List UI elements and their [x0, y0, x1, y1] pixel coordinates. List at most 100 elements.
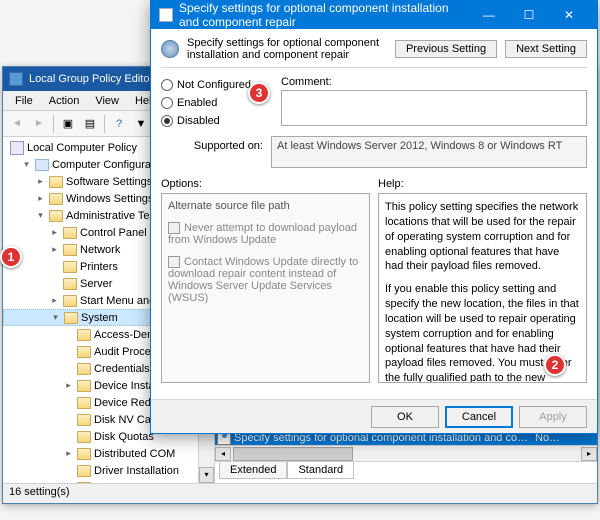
tab-standard[interactable]: Standard: [287, 462, 354, 479]
config-icon: [35, 159, 49, 171]
tree-item[interactable]: Early Launch Antima: [3, 479, 214, 483]
dialog-icon: [159, 8, 173, 22]
dialog-footer: OK Cancel Apply: [151, 399, 597, 433]
apply-button[interactable]: Apply: [519, 406, 587, 428]
folder-icon: [63, 261, 77, 273]
scroll-left-icon[interactable]: ◂: [215, 447, 231, 461]
folder-icon: [63, 295, 77, 307]
help-column: Help: This policy setting specifies the …: [378, 178, 587, 383]
dialog-titlebar[interactable]: Specify settings for optional component …: [151, 1, 597, 29]
scroll-down-icon[interactable]: ▾: [199, 467, 214, 483]
previous-setting-button[interactable]: Previous Setting: [395, 40, 497, 58]
comment-label: Comment:: [281, 76, 587, 88]
folder-icon: [77, 465, 91, 477]
filter-icon[interactable]: ▼: [131, 114, 151, 134]
callout-badge-3: 3: [248, 82, 270, 104]
tree-label: Disk Quotas: [94, 431, 154, 443]
tree-label: Network: [80, 244, 120, 256]
folder-icon: [77, 448, 91, 460]
folder-icon: [77, 482, 91, 484]
status-text: 16 setting(s): [9, 486, 70, 498]
scroll-thumb[interactable]: [233, 447, 353, 461]
options-column: Options: Alternate source file path Neve…: [161, 178, 370, 383]
comment-column: Comment:: [281, 76, 587, 130]
supported-label: Supported on:: [161, 136, 263, 152]
option-never-download: Never attempt to download payload from W…: [168, 222, 363, 246]
tree-label: Driver Installation: [94, 465, 179, 477]
tree-label: Server: [80, 278, 112, 290]
config-row: Not Configured Enabled Disabled Comment:: [161, 76, 587, 130]
twisty-icon[interactable]: ▸: [63, 380, 74, 391]
checkbox-label: Contact Windows Update directly to downl…: [168, 256, 358, 304]
option-alt-path: Alternate source file path: [168, 200, 363, 212]
tree-item[interactable]: Driver Installation: [3, 462, 214, 479]
callout-badge-2: 2: [544, 354, 566, 376]
up-icon[interactable]: ▣: [58, 114, 78, 134]
dialog-heading: Specify settings for optional component …: [187, 37, 387, 61]
cancel-button[interactable]: Cancel: [445, 406, 513, 428]
menu-action[interactable]: Action: [41, 93, 88, 109]
options-help-row: Options: Alternate source file path Neve…: [161, 178, 587, 383]
dialog-title: Specify settings for optional component …: [179, 1, 469, 29]
tree-label: Local Computer Policy: [27, 142, 137, 154]
close-button[interactable]: ✕: [549, 1, 589, 29]
list-tabs: Extended Standard: [215, 461, 597, 483]
dialog-body: Specify settings for optional component …: [151, 29, 597, 391]
twisty-icon[interactable]: ▸: [49, 244, 60, 255]
tab-extended[interactable]: Extended: [219, 462, 287, 479]
properties-icon[interactable]: ▤: [80, 114, 100, 134]
twisty-icon[interactable]: ▸: [49, 295, 60, 306]
twisty-icon[interactable]: ▸: [49, 227, 60, 238]
checkbox-icon: [168, 256, 180, 268]
folder-icon: [77, 431, 91, 443]
options-label: Options:: [161, 178, 370, 190]
folder-icon: [77, 363, 91, 375]
twisty-icon[interactable]: ▾: [35, 210, 46, 221]
ok-button[interactable]: OK: [371, 406, 439, 428]
folder-icon: [49, 176, 63, 188]
checkbox-icon: [168, 222, 180, 234]
supported-row: Supported on: At least Windows Server 20…: [161, 136, 587, 168]
twisty-icon[interactable]: ▸: [35, 193, 46, 204]
menu-view[interactable]: View: [87, 93, 127, 109]
scroll-right-icon[interactable]: ▸: [581, 447, 597, 461]
options-box: Alternate source file path Never attempt…: [161, 193, 370, 383]
radio-disabled[interactable]: Disabled: [161, 112, 271, 130]
option-contact-wsus: Contact Windows Update directly to downl…: [168, 256, 363, 304]
help-icon[interactable]: ?: [109, 114, 129, 134]
back-icon[interactable]: ◄: [7, 114, 27, 134]
supported-text: At least Windows Server 2012, Windows 8 …: [271, 136, 587, 168]
tree-label: Windows Settings: [66, 193, 153, 205]
list-h-scrollbar[interactable]: ◂▸: [215, 445, 597, 461]
menu-file[interactable]: File: [7, 93, 41, 109]
minimize-button[interactable]: —: [469, 1, 509, 29]
tree-label: Control Panel: [80, 227, 147, 239]
radio-icon: [161, 115, 173, 127]
twisty-icon[interactable]: ▸: [35, 176, 46, 187]
policy-root-icon: [10, 141, 24, 155]
tree-label: Printers: [80, 261, 118, 273]
twisty-icon[interactable]: ▸: [63, 448, 74, 459]
folder-icon: [77, 346, 91, 358]
comment-input[interactable]: [281, 90, 587, 126]
folder-icon: [63, 278, 77, 290]
tree-item[interactable]: ▸Distributed COM: [3, 445, 214, 462]
gpe-app-icon: [9, 72, 23, 86]
checkbox-label: Never attempt to download payload from W…: [168, 222, 357, 246]
gpe-statusbar: 16 setting(s): [3, 483, 597, 503]
help-label: Help:: [378, 178, 587, 190]
dialog-header-row: Specify settings for optional component …: [161, 37, 587, 61]
folder-icon: [77, 414, 91, 426]
forward-icon[interactable]: ►: [29, 114, 49, 134]
maximize-button[interactable]: ☐: [509, 1, 549, 29]
radio-icon: [161, 79, 173, 91]
policy-dialog: Specify settings for optional component …: [150, 0, 598, 434]
next-setting-button[interactable]: Next Setting: [505, 40, 587, 58]
gpe-title: Local Group Policy Editor: [29, 73, 153, 85]
tree-label: Early Launch Antima: [94, 482, 195, 484]
twisty-icon[interactable]: ▾: [50, 312, 61, 323]
tree-label: Software Settings: [66, 176, 152, 188]
twisty-icon[interactable]: ▾: [21, 159, 32, 170]
folder-icon: [63, 244, 77, 256]
folder-icon: [49, 193, 63, 205]
